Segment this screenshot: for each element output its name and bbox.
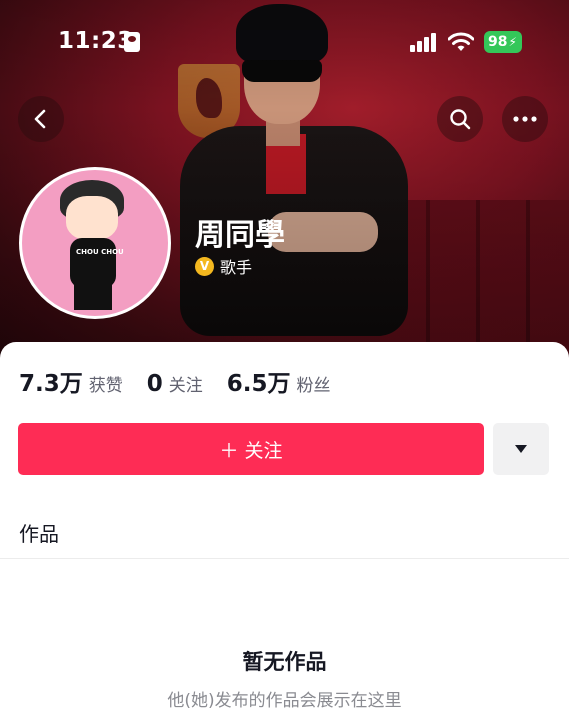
profile-title: 歌手 (220, 258, 253, 277)
divider (0, 558, 569, 559)
status-bar: 11:23 98 ⚡ (0, 0, 569, 86)
wifi-icon (447, 31, 475, 53)
stat-label: 获赞 (88, 376, 123, 396)
more-options-dropdown-button[interactable] (493, 423, 549, 475)
profile-content: 7.3万 获赞 0 关注 6.5万 粉丝 ＋ 关注 作品 暂无作品 他(她)发布… (0, 342, 569, 718)
verified-badge-icon: V (195, 256, 214, 276)
status-time: 11:23 (58, 28, 134, 54)
back-button[interactable] (18, 96, 64, 142)
stats-row: 7.3万 获赞 0 关注 6.5万 粉丝 (19, 364, 355, 398)
more-button[interactable] (502, 96, 548, 142)
stat-following[interactable]: 0 关注 (147, 371, 203, 397)
empty-state-title: 暂无作品 (242, 650, 327, 674)
search-icon (450, 109, 471, 130)
stat-label: 关注 (168, 376, 203, 396)
battery-icon: 98 ⚡ (484, 31, 522, 53)
back-icon (34, 109, 46, 129)
battery-level: 98 (488, 34, 508, 50)
stat-label: 粉丝 (296, 376, 331, 396)
empty-state-subtitle: 他(她)发布的作品会展示在这里 (167, 691, 402, 711)
search-button[interactable] (437, 96, 483, 142)
stat-value: 7.3万 (19, 371, 83, 397)
follow-button[interactable]: ＋ 关注 (18, 423, 484, 475)
stat-likes[interactable]: 7.3万 获赞 (19, 364, 123, 398)
avatar-shirt-text: CHOU CHOU (76, 248, 124, 256)
signal-icon (410, 32, 438, 52)
avatar[interactable]: CHOU CHOU (19, 167, 171, 319)
stat-value: 0 (146, 371, 163, 397)
more-icon (513, 116, 537, 122)
profile-name: 周同學 (195, 218, 285, 253)
verification-row: V 歌手 (195, 254, 252, 278)
caret-down-icon (515, 445, 527, 453)
tab-works[interactable]: 作品 (19, 518, 59, 547)
id-card-icon (124, 32, 140, 52)
stat-followers[interactable]: 6.5万 粉丝 (227, 364, 331, 398)
stat-value: 6.5万 (226, 371, 291, 397)
